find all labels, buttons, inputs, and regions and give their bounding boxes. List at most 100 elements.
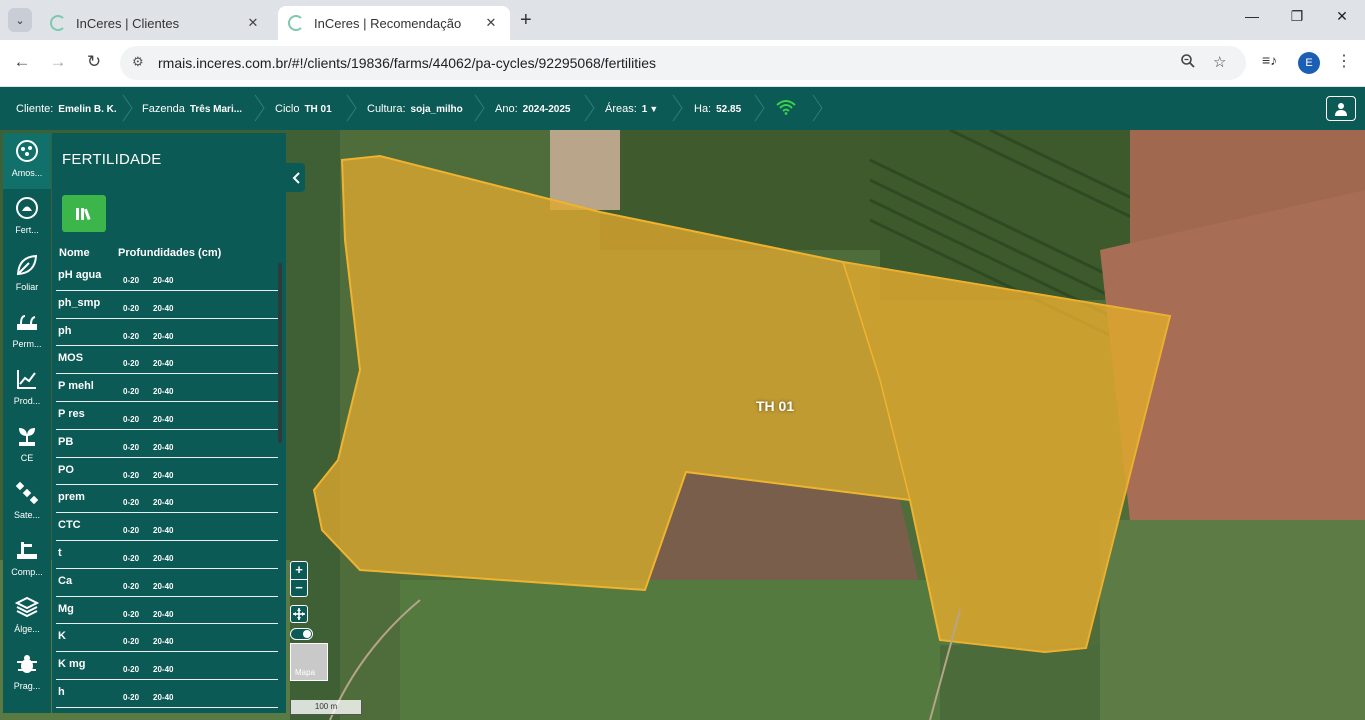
depth-0-20-link[interactable]: 0-20 bbox=[123, 471, 139, 480]
rail-item-satelite[interactable]: Sate... bbox=[3, 475, 51, 531]
fertility-row[interactable]: MOS 0-20 20-40 bbox=[56, 346, 278, 375]
browser-tab-recomendacao[interactable]: InCeres | Recomendação ✕ bbox=[278, 6, 510, 40]
depth-20-40-link[interactable]: 20-40 bbox=[153, 359, 173, 368]
library-button[interactable] bbox=[62, 195, 106, 232]
fertility-row[interactable]: prem 0-20 20-40 bbox=[56, 485, 278, 514]
fertility-row[interactable]: P mehl 0-20 20-40 bbox=[56, 374, 278, 402]
tab-close-icon[interactable]: ✕ bbox=[244, 15, 262, 31]
rail-item-amostragem[interactable]: Amos... bbox=[3, 133, 51, 189]
bookmark-star-icon[interactable]: ☆ bbox=[1213, 53, 1226, 71]
basemap-switcher[interactable]: Mapa bbox=[290, 643, 328, 681]
forward-icon[interactable]: → bbox=[46, 52, 70, 72]
depth-0-20-link[interactable]: 0-20 bbox=[123, 554, 139, 563]
address-bar[interactable]: ⚙ rmais.inceres.com.br/#!/clients/19836/… bbox=[120, 46, 1246, 80]
collapse-panel-button[interactable] bbox=[286, 163, 305, 192]
depth-0-20-link[interactable]: 0-20 bbox=[123, 498, 139, 507]
fertility-row[interactable]: CTC 0-20 20-40 bbox=[56, 513, 278, 541]
profile-avatar[interactable]: E bbox=[1298, 52, 1320, 74]
back-icon[interactable]: ← bbox=[10, 52, 34, 72]
depth-0-20-link[interactable]: 0-20 bbox=[123, 332, 139, 341]
crumb-ano[interactable]: Ano: 2024-2025 bbox=[495, 103, 570, 115]
depth-20-40-link[interactable]: 20-40 bbox=[153, 415, 173, 424]
tab-search-button[interactable]: ⌄ bbox=[8, 8, 32, 32]
fertility-row[interactable]: h 0-20 20-40 bbox=[56, 680, 278, 708]
crumb-cliente[interactable]: Cliente: Emelin B. K. bbox=[16, 103, 117, 115]
depth-20-40-link[interactable]: 20-40 bbox=[153, 665, 173, 674]
crumb-value: 2024-2025 bbox=[522, 104, 571, 115]
depth-20-40-link[interactable]: 20-40 bbox=[153, 610, 173, 619]
fertility-row[interactable]: Mg 0-20 20-40 bbox=[56, 597, 278, 625]
depth-0-20-link[interactable]: 0-20 bbox=[123, 582, 139, 591]
depth-20-40-link[interactable]: 20-40 bbox=[153, 276, 173, 285]
depth-20-40-link[interactable]: 20-40 bbox=[153, 443, 173, 452]
crumb-areas[interactable]: Áreas: 1 ▼ bbox=[605, 103, 658, 115]
fertility-row[interactable]: P res 0-20 20-40 bbox=[56, 402, 278, 430]
chevron-down-icon[interactable]: ▼ bbox=[649, 104, 658, 114]
crumb-label: Ha: bbox=[694, 103, 712, 115]
depth-0-20-link[interactable]: 0-20 bbox=[123, 359, 139, 368]
depth-0-20-link[interactable]: 0-20 bbox=[123, 665, 139, 674]
fertility-row[interactable]: K 0-20 20-40 bbox=[56, 624, 278, 653]
fertility-row[interactable]: K mg 0-20 20-40 bbox=[56, 652, 278, 680]
tab-close-icon[interactable]: ✕ bbox=[482, 15, 500, 31]
depth-20-40-link[interactable]: 20-40 bbox=[153, 637, 173, 646]
crumb-fazenda[interactable]: Fazenda Três Mari... bbox=[142, 103, 242, 115]
depth-20-40-link[interactable]: 20-40 bbox=[153, 332, 173, 341]
zoom-icon[interactable] bbox=[1180, 53, 1196, 73]
crumb-value: soja_milho bbox=[410, 104, 463, 115]
field-label[interactable]: TH 01 bbox=[756, 398, 794, 414]
panel-scrollbar[interactable] bbox=[278, 263, 282, 443]
layer-toggle[interactable] bbox=[290, 628, 313, 640]
depth-20-40-link[interactable]: 20-40 bbox=[153, 498, 173, 507]
depth-20-40-link[interactable]: 20-40 bbox=[153, 582, 173, 591]
rail-item-produtividade[interactable]: Prod... bbox=[3, 361, 51, 417]
depth-0-20-link[interactable]: 0-20 bbox=[123, 526, 139, 535]
user-menu-button[interactable] bbox=[1326, 96, 1356, 121]
reload-icon[interactable]: ↻ bbox=[82, 52, 106, 72]
browser-menu-icon[interactable]: ⋮ bbox=[1336, 51, 1352, 71]
zoom-out-button[interactable]: − bbox=[291, 579, 307, 596]
rail-item-permissao[interactable]: Perm... bbox=[3, 304, 51, 360]
depth-0-20-link[interactable]: 0-20 bbox=[123, 276, 139, 285]
depth-20-40-link[interactable]: 20-40 bbox=[153, 526, 173, 535]
depth-20-40-link[interactable]: 20-40 bbox=[153, 693, 173, 702]
fertility-row[interactable]: t 0-20 20-40 bbox=[56, 541, 278, 569]
depth-0-20-link[interactable]: 0-20 bbox=[123, 415, 139, 424]
depth-0-20-link[interactable]: 0-20 bbox=[123, 637, 139, 646]
depth-20-40-link[interactable]: 20-40 bbox=[153, 387, 173, 396]
new-tab-button[interactable]: + bbox=[520, 9, 532, 32]
depth-0-20-link[interactable]: 0-20 bbox=[123, 387, 139, 396]
fertility-row[interactable]: ph 0-20 20-40 bbox=[56, 319, 278, 347]
crumb-cultura[interactable]: Cultura: soja_milho bbox=[367, 103, 463, 115]
crumb-value: Emelin B. K. bbox=[58, 104, 117, 115]
depth-0-20-link[interactable]: 0-20 bbox=[123, 443, 139, 452]
depth-20-40-link[interactable]: 20-40 bbox=[153, 304, 173, 313]
fertility-row[interactable]: PO 0-20 20-40 bbox=[56, 458, 278, 486]
zoom-in-button[interactable]: + bbox=[291, 562, 307, 579]
depth-0-20-link[interactable]: 0-20 bbox=[123, 610, 139, 619]
rail-item-fertilidade[interactable]: Fert... bbox=[3, 190, 51, 246]
browser-tab-clientes[interactable]: InCeres | Clientes ✕ bbox=[40, 6, 272, 40]
close-window-icon[interactable]: ✕ bbox=[1322, 8, 1362, 25]
attribute-name: K mg bbox=[58, 658, 86, 671]
rail-item-foliar[interactable]: Foliar bbox=[3, 247, 51, 303]
site-info-icon[interactable]: ⚙ bbox=[132, 54, 144, 70]
crumb-ciclo[interactable]: Ciclo TH 01 bbox=[275, 103, 332, 115]
depth-0-20-link[interactable]: 0-20 bbox=[123, 693, 139, 702]
restore-icon[interactable]: ❐ bbox=[1277, 8, 1317, 25]
fertility-row[interactable]: pH agua 0-20 20-40 bbox=[56, 263, 278, 291]
minimize-icon[interactable]: — bbox=[1232, 8, 1272, 24]
rail-item-ce[interactable]: CE bbox=[3, 418, 51, 474]
fertility-row[interactable]: PB 0-20 20-40 bbox=[56, 430, 278, 458]
fertility-row[interactable]: ph_smp 0-20 20-40 bbox=[56, 291, 278, 319]
pan-button[interactable] bbox=[290, 605, 308, 623]
browser-tabstrip: ⌄ InCeres | Clientes ✕ InCeres | Recomen… bbox=[0, 0, 1365, 40]
depth-20-40-link[interactable]: 20-40 bbox=[153, 471, 173, 480]
rail-item-compactacao[interactable]: Comp... bbox=[3, 532, 51, 588]
rail-item-algebra[interactable]: Álge... bbox=[3, 589, 51, 645]
depth-20-40-link[interactable]: 20-40 bbox=[153, 554, 173, 563]
rail-item-pragas[interactable]: Prag... bbox=[3, 646, 51, 702]
media-control-icon[interactable]: ≡♪ bbox=[1262, 52, 1277, 68]
fertility-row[interactable]: Ca 0-20 20-40 bbox=[56, 569, 278, 597]
depth-0-20-link[interactable]: 0-20 bbox=[123, 304, 139, 313]
